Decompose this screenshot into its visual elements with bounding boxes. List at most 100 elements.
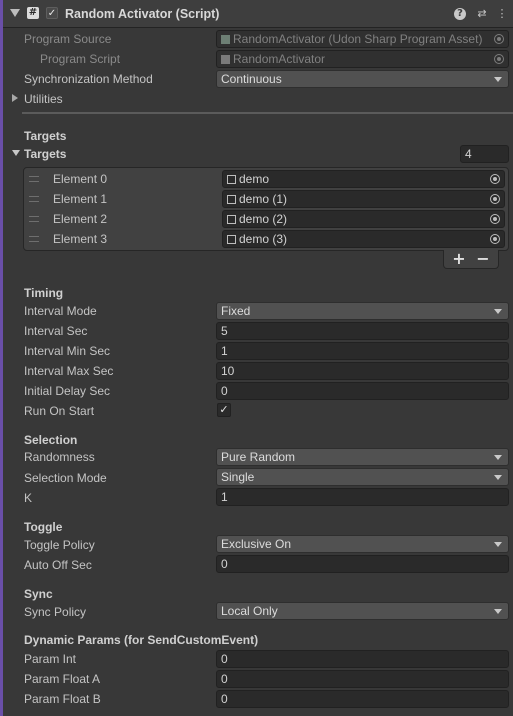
script-icon: # [27,7,39,19]
target-element-2-field[interactable]: demo (2) [222,210,505,228]
targets-list-label[interactable]: Targets [24,147,66,161]
target-element-value: demo (1) [239,192,288,206]
sync-method-dropdown[interactable]: Continuous [216,70,509,88]
script-file-icon [221,55,230,64]
target-element-3-field[interactable]: demo (3) [222,230,505,248]
remove-element-button[interactable]: − [473,250,493,268]
initial-delay-sec-field[interactable]: 0 [216,382,509,400]
selection-mode-label: Selection Mode [24,471,107,485]
sync-policy-label: Sync Policy [24,605,87,619]
asset-icon [221,35,230,44]
interval-max-sec-field[interactable]: 10 [216,362,509,380]
program-source-value: RandomActivator (Udon Sharp Program Asse… [233,32,483,46]
auto-off-sec-label: Auto Off Sec [24,558,92,572]
interval-mode-label: Interval Mode [24,304,97,318]
target-element-0-field[interactable]: demo [222,170,505,188]
drag-handle-icon[interactable] [29,216,39,222]
dropdown-arrow-icon [494,609,502,614]
component-title: Random Activator (Script) [65,7,220,21]
interval-sec-field[interactable]: 5 [216,322,509,340]
component-header[interactable]: # ✓ Random Activator (Script) ? ⇄ ⋮ [3,0,513,28]
gameobject-icon [227,235,236,244]
toggle-policy-value: Exclusive On [221,537,292,551]
param-float-a-field[interactable]: 0 [216,670,509,688]
timing-section-header: Timing [24,286,64,300]
program-script-value: RandomActivator [233,52,326,66]
randomness-label: Randomness [24,450,95,464]
object-picker-icon[interactable] [494,34,504,44]
k-label: K [24,491,33,505]
gameobject-icon [227,195,236,204]
object-picker-icon[interactable] [490,214,500,224]
list-item-label: Element 2 [53,212,108,226]
gameobject-icon [227,215,236,224]
selection-section-header: Selection [24,433,78,447]
interval-min-sec-label: Interval Min Sec [24,344,111,358]
param-int-label: Param Int [24,652,77,666]
targets-foldout-icon[interactable] [12,150,20,156]
program-source-label: Program Source [24,32,112,46]
utilities-foldout-icon[interactable] [12,94,18,102]
dropdown-arrow-icon [494,475,502,480]
param-float-b-label: Param Float B [24,692,101,706]
object-picker-icon[interactable] [490,234,500,244]
run-on-start-checkbox[interactable]: ✓ [217,403,231,417]
component-accent-bar [0,0,3,716]
interval-sec-label: Interval Sec [24,324,88,338]
drag-handle-icon[interactable] [29,176,39,182]
targets-section-header: Targets [24,129,67,143]
randomness-value: Pure Random [221,450,296,464]
object-picker-icon[interactable] [494,54,504,64]
param-float-a-label: Param Float A [24,672,101,686]
param-int-field[interactable]: 0 [216,650,509,668]
gameobject-icon [227,175,236,184]
target-element-1-field[interactable]: demo (1) [222,190,505,208]
list-item-label: Element 0 [53,172,108,186]
object-picker-icon[interactable] [490,194,500,204]
k-field[interactable]: 1 [216,488,509,506]
dynamic-params-section-header: Dynamic Params (for SendCustomEvent) [24,633,259,647]
interval-min-sec-field[interactable]: 1 [216,342,509,360]
program-script-label: Program Script [40,52,121,66]
dropdown-arrow-icon [494,77,502,82]
program-source-field[interactable]: RandomActivator (Udon Sharp Program Asse… [216,30,509,48]
initial-delay-sec-label: Initial Delay Sec [24,384,111,398]
run-on-start-label: Run On Start [24,404,95,418]
target-element-value: demo (2) [239,212,288,226]
targets-count-field[interactable]: 4 [460,145,509,163]
interval-mode-value: Fixed [221,304,251,318]
sync-policy-value: Local Only [221,604,278,618]
utilities-foldout-label[interactable]: Utilities [24,92,63,106]
fold-arrow-icon[interactable] [10,9,20,17]
param-float-b-field[interactable]: 0 [216,690,509,708]
drag-handle-icon[interactable] [29,236,39,242]
target-element-value: demo [239,172,270,186]
section-divider [22,112,513,114]
context-menu-icon[interactable]: ⋮ [495,7,509,21]
sync-policy-dropdown[interactable]: Local Only [216,602,509,620]
toggle-policy-label: Toggle Policy [24,538,95,552]
list-add-remove-footer: + − [443,250,499,269]
drag-handle-icon[interactable] [29,196,39,202]
sync-method-value: Continuous [221,72,282,86]
sync-method-label: Synchronization Method [24,72,153,86]
dropdown-arrow-icon [494,542,502,547]
dropdown-arrow-icon [494,309,502,314]
component-enabled-checkbox[interactable]: ✓ [46,7,58,19]
help-icon[interactable]: ? [454,8,466,20]
toggle-policy-dropdown[interactable]: Exclusive On [216,535,509,553]
selection-mode-dropdown[interactable]: Single [216,468,509,486]
interval-mode-dropdown[interactable]: Fixed [216,302,509,320]
add-element-button[interactable]: + [449,250,469,268]
target-element-value: demo (3) [239,232,288,246]
presets-icon[interactable]: ⇄ [475,7,489,21]
list-item-label: Element 1 [53,192,108,206]
interval-max-sec-label: Interval Max Sec [24,364,114,378]
sync-section-header: Sync [24,587,53,601]
object-picker-icon[interactable] [490,174,500,184]
list-item-label: Element 3 [53,232,108,246]
selection-mode-value: Single [221,470,255,484]
program-script-field[interactable]: RandomActivator [216,50,509,68]
auto-off-sec-field[interactable]: 0 [216,555,509,573]
randomness-dropdown[interactable]: Pure Random [216,448,509,466]
